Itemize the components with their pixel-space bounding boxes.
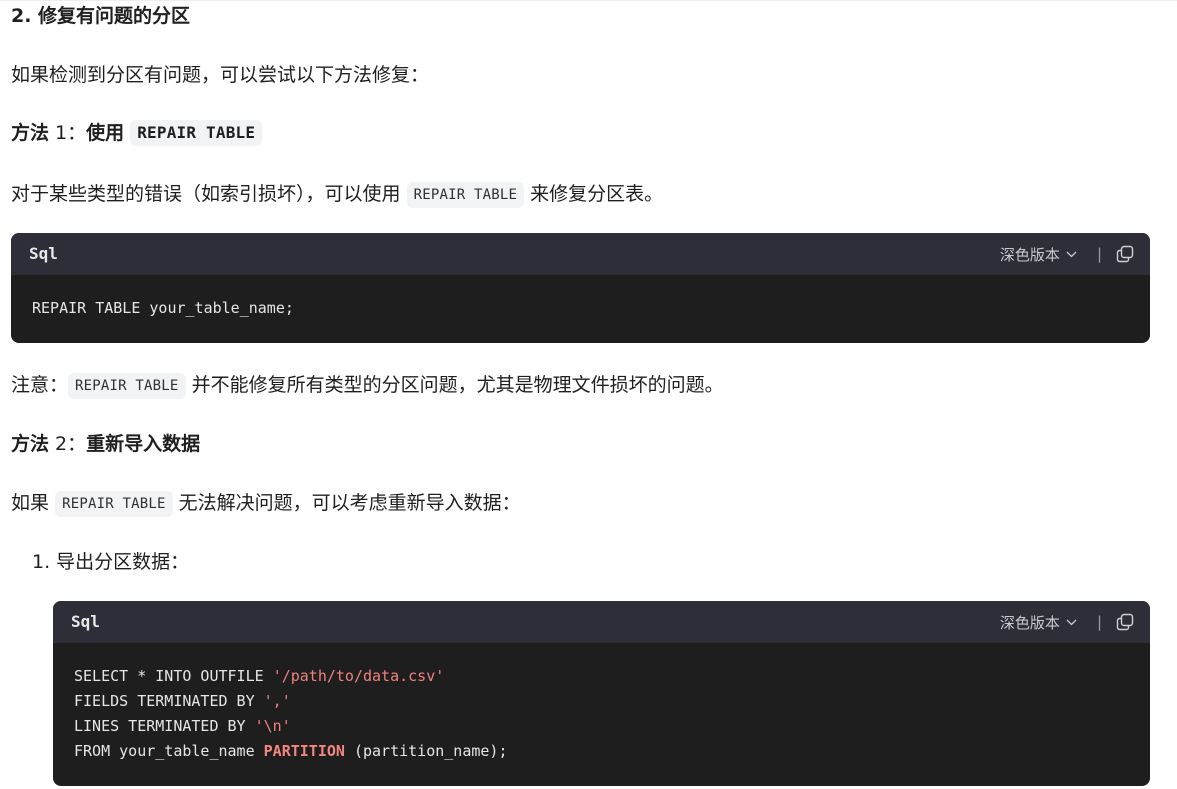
intro-text: 如果检测到分区有问题，可以尝试以下方法修复： [11,64,430,86]
code-language-label: Sql [29,244,58,263]
chevron-down-icon [1066,619,1077,625]
method2-description: 如果 REPAIR TABLE 无法解决问题，可以考虑重新导入数据： [11,490,521,517]
method1-heading: 方法 1：使用 REPAIR TABLE [11,120,263,146]
code-block: Sql 深色版本 | REPAIR TABLE your_table_name; [11,233,1150,343]
section-title: 2. 修复有问题的分区 [11,5,191,27]
theme-select-button[interactable]: 深色版本 [1000,612,1077,633]
method2-heading: 方法 2：重新导入数据 [11,433,201,455]
inline-code: REPAIR TABLE [55,491,173,517]
list-item: 1. 导出分区数据： [32,551,190,573]
code-content: REPAIR TABLE your_table_name; [32,299,294,317]
method1-description: 对于某些类型的错误（如索引损坏），可以使用 REPAIR TABLE 来修复分区… [11,181,663,208]
theme-select-button[interactable]: 深色版本 [1000,244,1077,265]
code-line: FIELDS TERMINATED BY ',' [74,692,291,710]
code-content: SELECT * INTO OUTFILE '/path/to/data.csv… [53,643,1150,764]
chevron-down-icon [1066,251,1077,257]
copy-icon[interactable] [1116,245,1134,263]
top-divider [0,0,1177,1]
inline-code: REPAIR TABLE [130,120,263,146]
code-line: LINES TERMINATED BY '\n' [74,717,291,735]
toolbar-divider: | [1096,613,1102,631]
code-toolbar: 深色版本 | [1000,233,1134,275]
code-line: FROM your_table_name PARTITION (partitio… [74,742,508,760]
code-toolbar: 深色版本 | [1000,601,1134,643]
code-line: SELECT * INTO OUTFILE '/path/to/data.csv… [74,667,445,685]
code-block: Sql 深色版本 | SELECT * INTO OUTFILE '/path/… [53,601,1150,786]
code-block-header: Sql 深色版本 | [11,233,1150,275]
copy-icon[interactable] [1116,613,1134,631]
inline-code: REPAIR TABLE [68,373,186,399]
note-text: 注意： REPAIR TABLE 并不能修复所有类型的分区问题，尤其是物理文件损坏… [11,372,724,399]
inline-code: REPAIR TABLE [406,182,525,208]
code-block-header: Sql 深色版本 | [53,601,1150,643]
toolbar-divider: | [1096,245,1102,263]
code-language-label: Sql [71,612,100,631]
